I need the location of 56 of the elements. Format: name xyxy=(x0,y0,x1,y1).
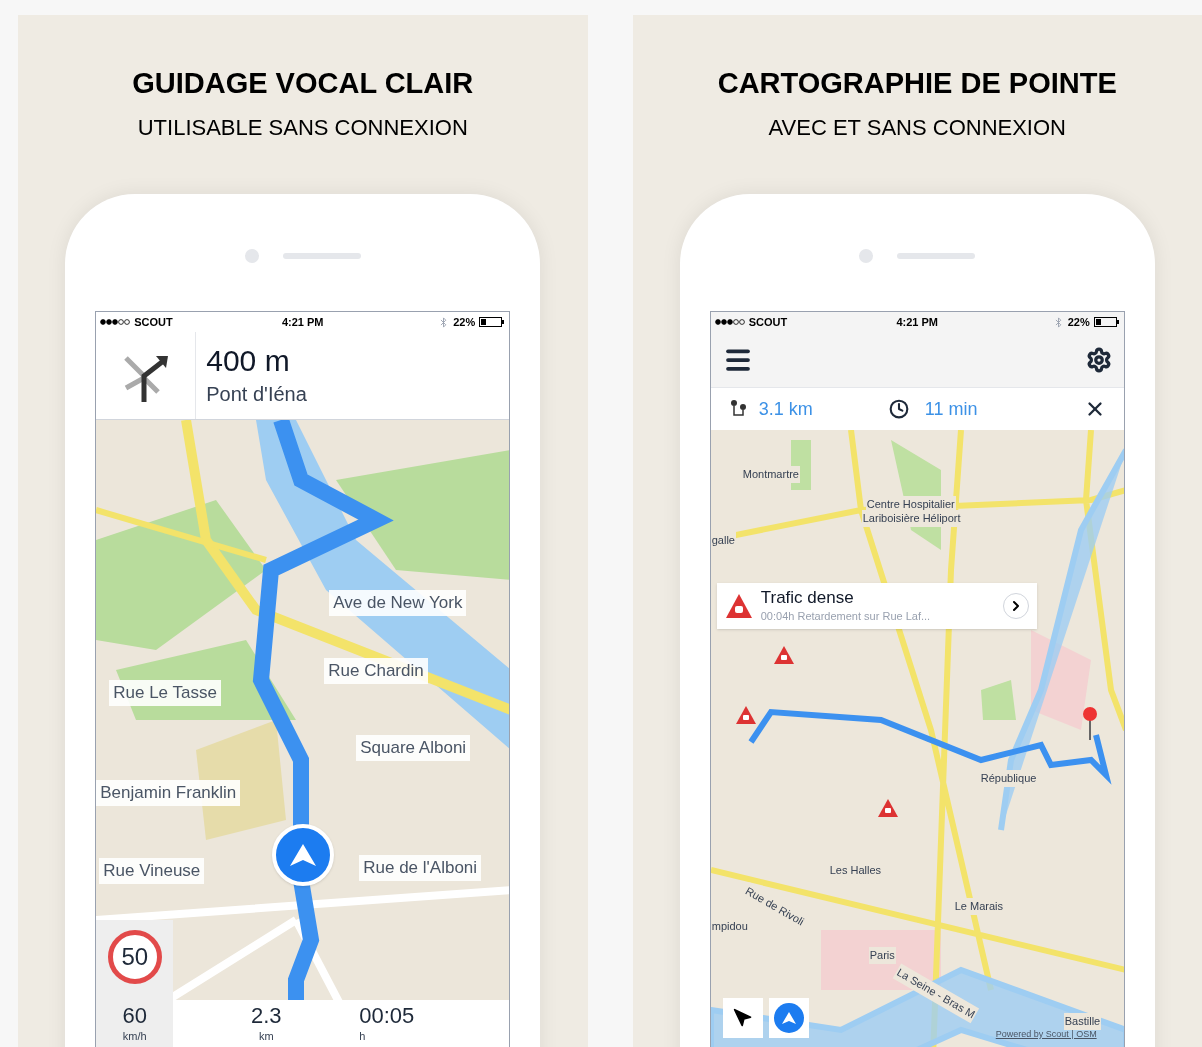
battery-percent: 22% xyxy=(453,314,476,330)
warning-icon xyxy=(734,705,757,725)
battery-icon xyxy=(1093,317,1120,327)
signal-icon xyxy=(100,319,131,325)
street-label: Ave de New York xyxy=(329,590,467,616)
arrow-up-icon xyxy=(290,844,317,866)
location-arrow-icon xyxy=(732,1008,753,1028)
destination-pin-icon xyxy=(1081,706,1098,740)
street-label: Rue Vineuse xyxy=(99,858,205,884)
route-distance: 3.1 km xyxy=(758,397,814,421)
route-duration: 11 min xyxy=(924,397,979,421)
map-attribution[interactable]: Powered by Scout | OSM xyxy=(995,1028,1097,1042)
locate-button[interactable] xyxy=(722,998,763,1038)
panel-subtitle: UTILISABLE SANS CONNEXION xyxy=(137,114,468,142)
warning-icon xyxy=(772,645,795,665)
status-time: 4:21 PM xyxy=(281,314,324,330)
street-label: Benjamin Franklin xyxy=(96,780,241,806)
street-label: Rue Chardin xyxy=(324,658,428,684)
street-label: Rue Le Tasse xyxy=(109,680,221,706)
trip-unit: km/h xyxy=(122,1029,147,1044)
carrier-name: SCOUT xyxy=(134,314,173,330)
map-label: Montmartre xyxy=(741,466,800,483)
alert-title: Trafic dense xyxy=(760,587,855,608)
traffic-alert[interactable]: Trafic dense 00:04h Retardement sur Rue Laf... xyxy=(716,583,1037,629)
status-time: 4:21 PM xyxy=(896,314,939,330)
map-label: Bastille xyxy=(1063,1013,1102,1030)
battery-icon xyxy=(479,317,506,327)
trip-value: 2.3 xyxy=(250,1004,282,1028)
street-label: Square Alboni xyxy=(356,735,471,761)
carrier-name: SCOUT xyxy=(748,314,788,330)
trip-value: 60 xyxy=(122,1004,147,1028)
clock-icon xyxy=(888,399,909,419)
speed-limit-sign: 50 xyxy=(107,930,162,984)
street-label: Rue de l'Alboni xyxy=(359,855,482,881)
panel-subtitle: AVEC ET SANS CONNEXION xyxy=(768,114,1066,142)
map-label: Paris xyxy=(868,947,896,964)
turn-distance: 400 m xyxy=(206,342,291,379)
trip-unit: km xyxy=(258,1029,274,1044)
street-name: Pont d'Iéna xyxy=(206,381,307,407)
map-label: galle xyxy=(710,532,736,549)
map-label: Le Marais xyxy=(953,898,1005,915)
map-label: Lariboisière Héliport xyxy=(861,510,962,527)
trip-unit: h xyxy=(359,1029,367,1044)
panel-title: CARTOGRAPHIE DE POINTE xyxy=(717,66,1117,101)
arrow-up-icon xyxy=(781,1012,796,1024)
navigation-button[interactable] xyxy=(768,998,809,1038)
route-pins-icon xyxy=(728,399,749,419)
alert-detail: 00:04h Retardement sur Rue Laf... xyxy=(760,608,932,624)
map-label: République xyxy=(979,770,1038,787)
trip-value: 00:05 xyxy=(359,1004,416,1028)
settings-icon[interactable] xyxy=(1085,346,1112,373)
panel-title: GUIDAGE VOCAL CLAIR xyxy=(132,66,474,101)
warning-icon xyxy=(724,593,753,619)
warning-icon xyxy=(876,798,899,818)
battery-percent: 22% xyxy=(1067,314,1090,330)
signal-icon xyxy=(714,319,745,325)
